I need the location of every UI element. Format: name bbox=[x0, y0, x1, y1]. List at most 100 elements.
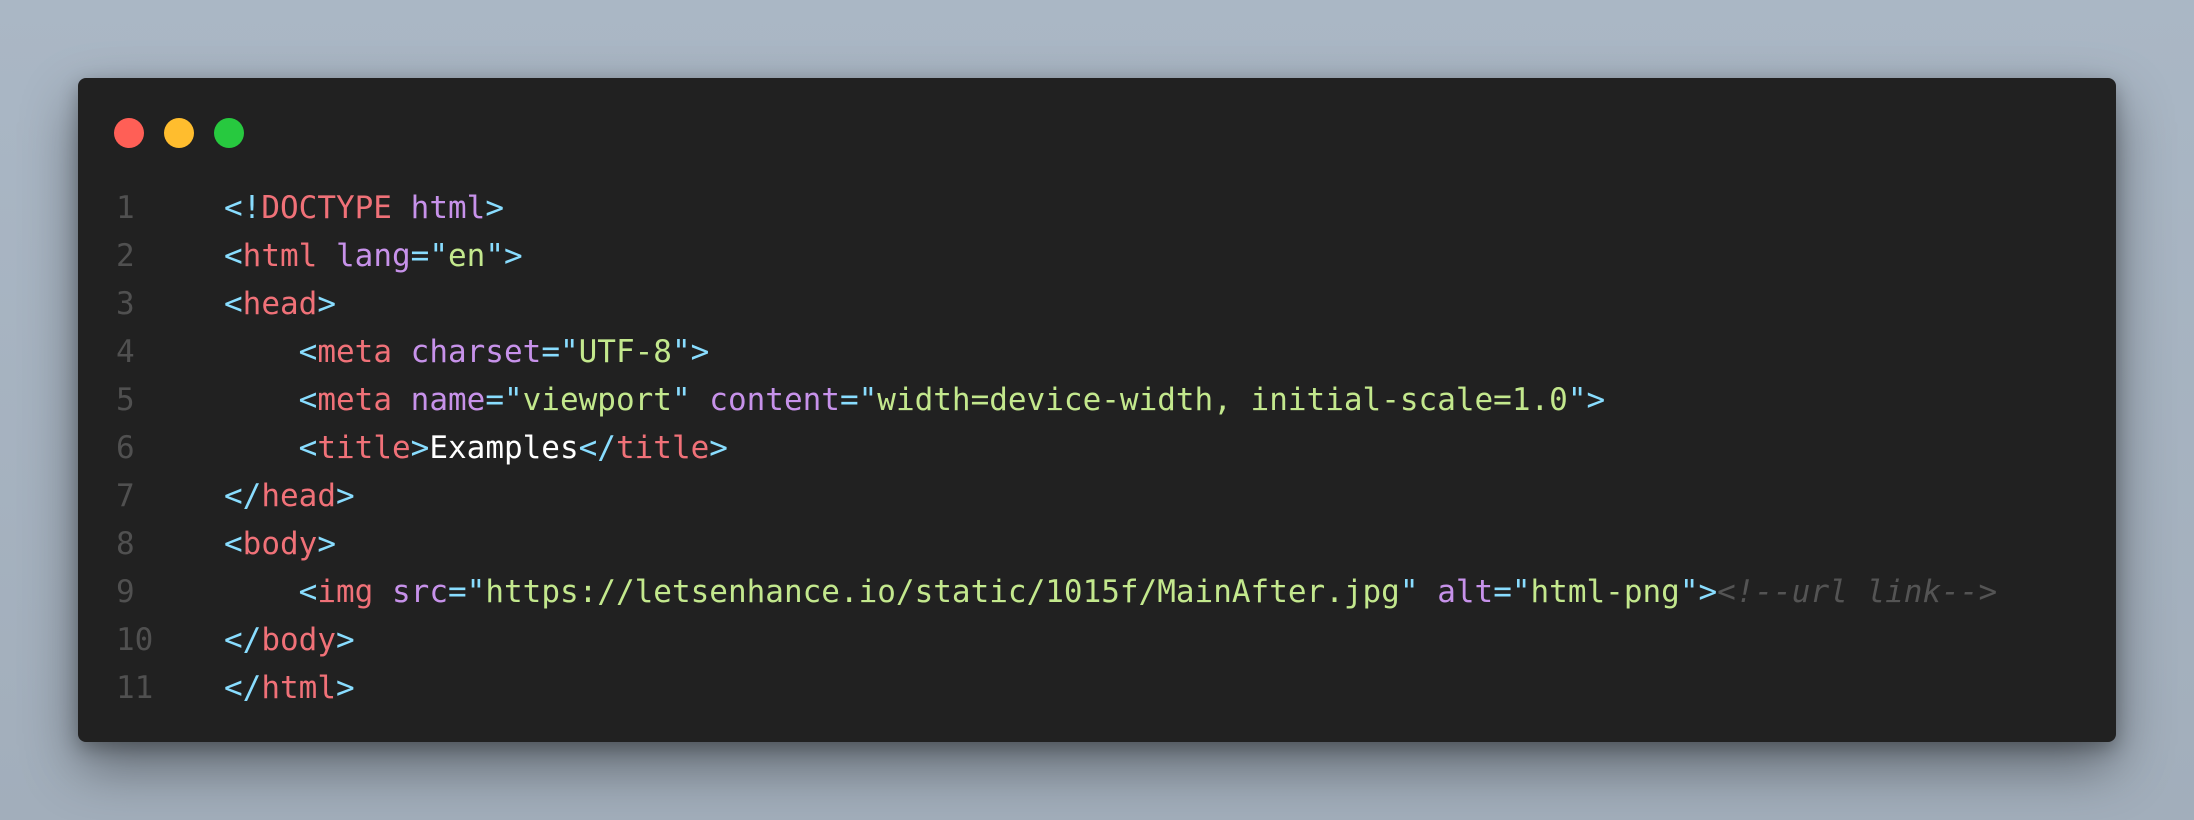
code-token: https://letsenhance.io/static/1015f/Main… bbox=[485, 574, 1400, 610]
code-token: </ bbox=[578, 430, 616, 466]
code-token: < bbox=[224, 526, 243, 562]
code-token: <!--url link--> bbox=[1717, 574, 1998, 610]
code-token: =" bbox=[541, 334, 579, 370]
code-token: meta bbox=[317, 334, 392, 370]
line-number: 2 bbox=[116, 238, 135, 274]
code-token: " bbox=[671, 382, 691, 418]
code-token: Examples bbox=[429, 430, 579, 466]
code-text: </head> bbox=[224, 472, 2116, 520]
code-token: =" bbox=[410, 238, 448, 274]
code-token: src bbox=[392, 574, 448, 610]
code-text: <!DOCTYPE html> bbox=[224, 184, 2116, 232]
code-token: <! bbox=[224, 190, 262, 226]
code-token: DOCTYPE bbox=[261, 190, 392, 226]
code-token: < bbox=[224, 286, 243, 322]
code-token: > bbox=[410, 430, 430, 466]
code-token: html bbox=[410, 190, 486, 226]
line-number: 4 bbox=[116, 334, 135, 370]
code-token: =" bbox=[839, 382, 878, 418]
code-token: width=device-width, initial-scale=1.0 bbox=[877, 382, 1568, 418]
code-token: img bbox=[317, 574, 374, 610]
code-token: =" bbox=[1493, 574, 1531, 610]
code-token: viewport bbox=[522, 382, 672, 418]
code-text: <body> bbox=[224, 520, 2116, 568]
line-number: 6 bbox=[116, 430, 135, 466]
code-block: 1 <!DOCTYPE html> 2 <html lang="en"> 3 <head>… bbox=[78, 184, 2116, 712]
code-token: " bbox=[1399, 574, 1419, 610]
line-number: 3 bbox=[116, 286, 135, 322]
code-line: 2 <html lang="en"> bbox=[78, 232, 2116, 280]
code-token: > bbox=[317, 526, 336, 562]
code-token: =" bbox=[485, 382, 523, 418]
code-token: html bbox=[261, 670, 336, 706]
code-line: 1 <!DOCTYPE html> bbox=[78, 184, 2116, 232]
code-line: 3 <head> bbox=[78, 280, 2116, 328]
line-number: 9 bbox=[116, 574, 135, 610]
window-controls bbox=[114, 118, 244, 148]
code-token: > bbox=[335, 478, 355, 514]
code-line: 10 </body> bbox=[78, 616, 2116, 664]
line-number: 11 bbox=[116, 670, 154, 706]
code-token: < bbox=[298, 430, 318, 466]
code-token: html-png bbox=[1530, 574, 1680, 610]
code-token: < bbox=[298, 574, 318, 610]
code-text: <img src="https://letsenhance.io/static/… bbox=[224, 568, 2116, 616]
code-token: meta bbox=[317, 382, 392, 418]
code-token: UTF-8 bbox=[578, 334, 672, 370]
code-line: 6 <title>Examples</title> bbox=[78, 424, 2116, 472]
code-token: "> bbox=[671, 334, 710, 370]
code-token: lang bbox=[336, 238, 411, 274]
code-line: 9 <img src="https://letsenhance.io/stati… bbox=[78, 568, 2116, 616]
code-line: 5 <meta name="viewport" content="width=d… bbox=[78, 376, 2116, 424]
code-line: 11 </html> bbox=[78, 664, 2116, 712]
code-token: > bbox=[335, 670, 355, 706]
code-text: <title>Examples</title> bbox=[224, 424, 2116, 472]
code-token: alt bbox=[1437, 574, 1494, 610]
code-token: charset bbox=[410, 334, 542, 370]
maximize-dot-icon[interactable] bbox=[214, 118, 244, 148]
code-token: body bbox=[242, 526, 318, 562]
code-line: 8 <body> bbox=[78, 520, 2116, 568]
code-token: > bbox=[485, 190, 504, 226]
code-window: 1 <!DOCTYPE html> 2 <html lang="en"> 3 <head>… bbox=[78, 78, 2116, 742]
code-token: > bbox=[335, 622, 355, 658]
code-token: name bbox=[410, 382, 486, 418]
code-token: "> bbox=[485, 238, 523, 274]
code-text: <meta name="viewport" content="width=dev… bbox=[224, 376, 2116, 424]
code-token: < bbox=[298, 382, 318, 418]
code-token: head bbox=[242, 286, 318, 322]
code-token: =" bbox=[448, 574, 486, 610]
code-token: > bbox=[317, 286, 336, 322]
close-dot-icon[interactable] bbox=[114, 118, 144, 148]
code-token: "> bbox=[1567, 382, 1606, 418]
code-token: > bbox=[709, 430, 728, 466]
code-line: 4 <meta charset="UTF-8"> bbox=[78, 328, 2116, 376]
line-number: 1 bbox=[116, 190, 135, 226]
line-number: 10 bbox=[116, 622, 154, 658]
code-token: </ bbox=[224, 622, 262, 658]
line-number: 7 bbox=[116, 478, 135, 514]
code-text: </html> bbox=[224, 664, 2116, 712]
code-token: body bbox=[261, 622, 336, 658]
code-text: </body> bbox=[224, 616, 2116, 664]
line-number: 5 bbox=[116, 382, 135, 418]
code-token: < bbox=[298, 334, 318, 370]
code-text: <head> bbox=[224, 280, 2116, 328]
code-line: 7 </head> bbox=[78, 472, 2116, 520]
minimize-dot-icon[interactable] bbox=[164, 118, 194, 148]
code-token: title bbox=[317, 430, 411, 466]
code-token: title bbox=[615, 430, 710, 466]
code-token: content bbox=[709, 382, 840, 418]
code-token: html bbox=[242, 238, 318, 274]
